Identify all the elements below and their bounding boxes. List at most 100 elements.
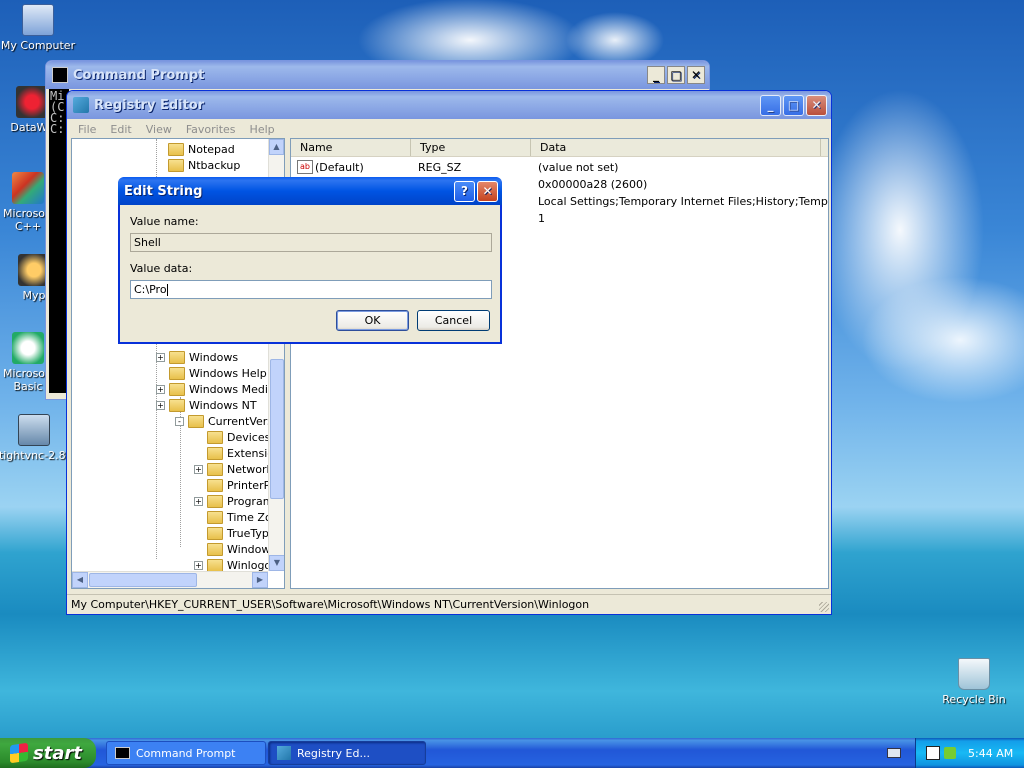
folder-icon (207, 526, 223, 540)
open-folder-icon (207, 558, 223, 572)
tree-item[interactable]: - CurrentVers (175, 413, 273, 429)
folder-icon (207, 462, 223, 476)
vnc-tray-icon[interactable] (926, 746, 940, 760)
window-title: Registry Editor (94, 97, 205, 113)
cmd-icon (115, 747, 130, 759)
cmd-icon (52, 67, 68, 83)
folder-icon (207, 542, 223, 556)
open-folder-icon (188, 414, 204, 428)
collapse-minus-icon[interactable]: - (175, 416, 184, 426)
keyboard-icon[interactable] (887, 748, 901, 758)
tree-item[interactable]: + Program (194, 493, 273, 509)
edit-string-dialog[interactable]: Edit String ? ✕ Value name: Shell Value … (118, 177, 502, 344)
expand-plus-icon[interactable]: + (194, 496, 203, 506)
desktop-icon-label: tightvnc-2.8. (0, 449, 70, 462)
value-data: Local Settings;Temporary Internet Files;… (538, 195, 828, 208)
menu-file[interactable]: File (71, 123, 103, 136)
installer-icon (18, 414, 50, 446)
tree-item[interactable]: Devices (207, 429, 270, 445)
tree-item-label: CurrentVers (208, 414, 274, 428)
tree-item-label: Winlogo (227, 558, 272, 572)
value-data-input[interactable]: C:\Pro (130, 280, 492, 299)
tree-item[interactable]: Ntbackup (168, 157, 240, 173)
menu-view[interactable]: View (139, 123, 179, 136)
list-header: Name Type Data (291, 139, 828, 157)
tree-item[interactable]: Windows Help (169, 365, 267, 381)
tree-item[interactable]: TrueTyp (207, 525, 269, 541)
registry-editor-titlebar[interactable]: Registry Editor _ □ ✕ (67, 91, 831, 119)
taskbar-button-command-prompt[interactable]: Command Prompt (106, 741, 266, 765)
start-button[interactable]: start (0, 738, 96, 768)
tree-item-label: Windows NT (189, 398, 257, 412)
menu-bar: File Edit View Favorites Help (67, 119, 831, 139)
scroll-down-arrow-icon[interactable]: ▼ (269, 555, 284, 571)
desktop-icon-my-computer[interactable]: My Computer (0, 4, 76, 52)
menu-edit[interactable]: Edit (103, 123, 138, 136)
clock[interactable]: 5:44 AM (968, 747, 1013, 760)
tree-item-label: Windows Media (189, 382, 275, 396)
tree-item[interactable]: Notepad (168, 141, 235, 157)
menu-favorites[interactable]: Favorites (179, 123, 243, 136)
expand-plus-icon[interactable]: + (156, 400, 165, 410)
expand-plus-icon[interactable]: + (156, 384, 165, 394)
column-header-type[interactable]: Type (411, 139, 531, 156)
tree-item-label: TrueTyp (227, 526, 269, 540)
desktop-icon-tightvnc[interactable]: tightvnc-2.8. (0, 414, 72, 462)
expand-plus-icon[interactable]: + (194, 560, 203, 570)
expand-plus-icon[interactable]: + (194, 464, 203, 474)
value-data: (value not set) (538, 161, 619, 174)
ok-button[interactable]: OK (336, 310, 409, 331)
tree-item[interactable]: + Network (194, 461, 273, 477)
menu-help[interactable]: Help (243, 123, 282, 136)
desktop-icon-recycle-bin[interactable]: Recycle Bin (936, 658, 1012, 706)
resize-grip-icon[interactable] (819, 602, 829, 612)
scroll-left-arrow-icon[interactable]: ◀ (72, 572, 88, 588)
command-prompt-titlebar[interactable]: Command Prompt _ □ ✕ (46, 61, 709, 89)
tree-item[interactable]: PrinterP (207, 477, 270, 493)
folder-icon (207, 430, 223, 444)
close-button[interactable]: ✕ (687, 66, 705, 84)
maximize-button[interactable]: □ (667, 66, 685, 84)
scroll-up-arrow-icon[interactable]: ▲ (269, 139, 284, 155)
tree-item[interactable]: + Windows (156, 349, 238, 365)
help-button[interactable]: ? (454, 180, 475, 202)
status-bar: My Computer\HKEY_CURRENT_USER\Software\M… (67, 594, 831, 614)
tree-item[interactable]: + Windows NT (156, 397, 257, 413)
tree-item-label: Windows Help (189, 366, 267, 380)
value-name-field: Shell (130, 233, 492, 252)
scroll-thumb[interactable] (270, 359, 284, 499)
scroll-right-arrow-icon[interactable]: ▶ (252, 572, 268, 588)
list-row[interactable]: ab (Default) REG_SZ (value not set) (291, 159, 821, 176)
tree-item-label: Network (227, 462, 273, 476)
taskbar-button-label: Registry Ed... (297, 746, 370, 760)
tree-item-label: Program (227, 494, 274, 508)
minimize-button[interactable]: _ (647, 66, 665, 84)
column-header-data[interactable]: Data (531, 139, 821, 156)
column-header-name[interactable]: Name (291, 139, 411, 156)
tree-item[interactable]: Extensic (207, 445, 273, 461)
network-tray-icon[interactable] (944, 747, 956, 759)
taskbar-button-label: Command Prompt (136, 746, 236, 760)
tree-item[interactable]: Time Zoi (207, 509, 275, 525)
tree-item[interactable]: Window (207, 541, 270, 557)
registry-editor-window[interactable]: Registry Editor _ □ ✕ File Edit View Fav… (66, 90, 832, 615)
close-button[interactable]: ✕ (477, 180, 498, 202)
dialog-title: Edit String (124, 183, 203, 199)
close-button[interactable]: ✕ (806, 94, 827, 116)
datawa-app-icon (16, 86, 48, 118)
start-label: start (33, 742, 82, 764)
system-tray: 5:44 AM (915, 738, 1024, 768)
tree-horizontal-scrollbar[interactable]: ◀ ▶ (72, 571, 268, 588)
folder-icon (169, 398, 185, 412)
expand-plus-icon[interactable]: + (156, 352, 165, 362)
tree-item[interactable]: + Windows Media (156, 381, 275, 397)
scroll-thumb[interactable] (89, 573, 197, 587)
cancel-button[interactable]: Cancel (417, 310, 490, 331)
folder-icon (169, 382, 185, 396)
value-data-text: C:\Pro (134, 283, 167, 296)
maximize-button[interactable]: □ (783, 94, 804, 116)
minimize-button[interactable]: _ (760, 94, 781, 116)
tree-item-label: Windows (189, 350, 239, 364)
dialog-titlebar[interactable]: Edit String ? ✕ (118, 177, 502, 205)
taskbar-button-registry-editor[interactable]: Registry Ed... (268, 741, 426, 765)
